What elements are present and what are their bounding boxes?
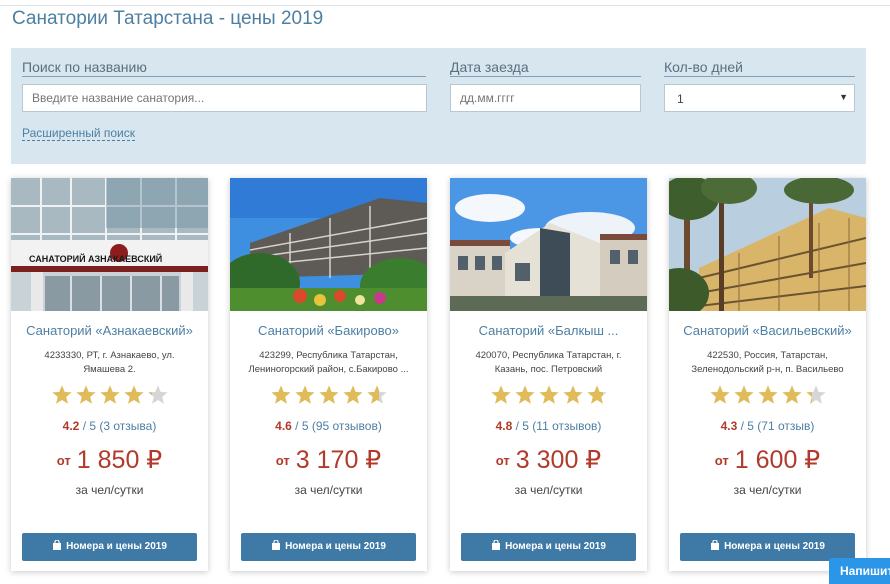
rating-value: 4.2 <box>62 419 80 433</box>
rating-summary: 4.3 / 5 (71 отзыв) <box>669 419 866 433</box>
star-icon <box>99 385 120 404</box>
sanatorium-name[interactable]: Санаторий «Балкыш ... <box>450 323 647 338</box>
star-icon <box>147 385 168 404</box>
price-prefix: от <box>56 453 71 468</box>
sanatorium-name[interactable]: Санаторий «Васильевский» <box>669 323 866 338</box>
price-amount: 3 300 ₽ <box>515 446 602 474</box>
price-unit: за чел/сутки <box>514 483 583 497</box>
price-amount: 1 850 ₽ <box>76 446 163 474</box>
star-icon <box>709 385 730 404</box>
star-icon <box>123 385 144 404</box>
price-unit: за чел/сутки <box>75 483 144 497</box>
chevron-down-icon: ▼ <box>839 92 848 102</box>
rating-summary: 4.8 / 5 (11 отзывов) <box>450 419 647 433</box>
star-icon <box>757 385 778 404</box>
rating-stars <box>230 384 427 411</box>
rooms-prices-button[interactable]: Номера и цены 2019 <box>461 533 636 561</box>
star-icon <box>805 385 826 404</box>
rooms-prices-button[interactable]: Номера и цены 2019 <box>22 533 197 561</box>
advanced-search-link[interactable]: Расширенный поиск <box>22 126 135 141</box>
days-count-label: Кол-во дней <box>664 59 855 77</box>
sanatorium-card: Санаторий «Бакирово» 423299, Республика … <box>230 178 427 571</box>
star-icon <box>51 385 72 404</box>
rooms-prices-button[interactable]: Номера и цены 2019 <box>241 533 416 561</box>
star-icon <box>490 385 511 404</box>
sanatorium-name[interactable]: Санаторий «Бакирово» <box>230 323 427 338</box>
rating-stars <box>669 384 866 411</box>
price: от 3 170 ₽ <box>230 445 427 475</box>
rating-value: 4.8 <box>495 419 513 433</box>
sanatorium-photo[interactable]: САНАТОРИЙ АЗНАКАЕВСКИЙ <box>11 178 208 311</box>
price-unit: за чел/сутки <box>294 483 363 497</box>
button-label: Номера и цены 2019 <box>724 541 825 552</box>
price-prefix: от <box>714 453 729 468</box>
sanatorium-address: 420070, Республика Татарстан, г. Казань,… <box>475 350 622 375</box>
star-icon <box>75 385 96 404</box>
price-amount: 3 170 ₽ <box>295 446 382 474</box>
rating-stars <box>11 384 208 411</box>
rating-value: 4.3 <box>720 419 738 433</box>
page-title: Санатории Татарстана - цены 2019 <box>12 8 324 29</box>
rating-reviews: / 5 (71 отзыв) <box>740 419 815 433</box>
rating-reviews: / 5 (95 отзывов) <box>295 419 382 433</box>
sanatorium-card: Санаторий «Балкыш ... 420070, Республика… <box>450 178 647 571</box>
price: от 1 850 ₽ <box>11 445 208 475</box>
price-prefix: от <box>495 453 510 468</box>
rating-summary: 4.6 / 5 (95 отзывов) <box>230 419 427 433</box>
star-icon <box>318 385 339 404</box>
star-icon <box>586 385 607 404</box>
price-prefix: от <box>275 453 290 468</box>
name-search-label: Поиск по названию <box>22 59 426 77</box>
button-label: Номера и цены 2019 <box>66 541 167 552</box>
rooms-prices-button[interactable]: Номера и цены 2019 <box>680 533 855 561</box>
star-icon <box>538 385 559 404</box>
star-icon <box>733 385 754 404</box>
star-icon <box>366 385 387 404</box>
rating-reviews: / 5 (3 отзыва) <box>82 419 157 433</box>
price: от 3 300 ₽ <box>450 445 647 475</box>
price: от 1 600 ₽ <box>669 445 866 475</box>
star-icon <box>270 385 291 404</box>
rating-stars <box>450 384 647 411</box>
rating-value: 4.6 <box>275 419 292 433</box>
button-label: Номера и цены 2019 <box>505 541 606 552</box>
days-count-select[interactable]: 1 ▼ <box>664 84 855 112</box>
sanatorium-photo[interactable] <box>450 178 647 311</box>
star-icon <box>781 385 802 404</box>
star-icon <box>514 385 535 404</box>
name-search-input[interactable] <box>22 84 427 112</box>
rating-summary: 4.2 / 5 (3 отзыва) <box>11 419 208 433</box>
days-count-value: 1 <box>677 92 684 106</box>
sanatorium-name[interactable]: Санаторий «Азнакаевский» <box>11 323 208 338</box>
sanatorium-photo[interactable] <box>669 178 866 311</box>
shopping-bag-icon <box>492 540 501 550</box>
star-icon <box>342 385 363 404</box>
sanatorium-card: Санаторий «Васильевский» 422530, Россия,… <box>669 178 866 571</box>
checkin-date-label: Дата заезда <box>450 59 641 77</box>
building-sign-text: САНАТОРИЙ АЗНАКАЕВСКИЙ <box>29 253 162 264</box>
sanatorium-address: 423299, Республика Татарстан, Лениногорс… <box>248 350 409 375</box>
sanatorium-photo[interactable] <box>230 178 427 311</box>
sanatorium-address: 4233330, РТ, г. Азнакаево, ул. Ямашева 2… <box>44 350 175 375</box>
shopping-bag-icon <box>53 540 62 550</box>
search-panel: Поиск по названию Дата заезда Кол-во дне… <box>11 48 866 164</box>
sanatorium-address: 422530, Россия, Татарстан, Зеленодольски… <box>691 350 844 375</box>
rating-reviews: / 5 (11 отзывов) <box>515 419 602 433</box>
sanatorium-card: САНАТОРИЙ АЗНАКАЕВСКИЙ Санаторий «Азнака… <box>11 178 208 571</box>
top-divider <box>0 5 890 6</box>
button-label: Номера и цены 2019 <box>285 541 386 552</box>
price-amount: 1 600 ₽ <box>734 446 821 474</box>
star-icon <box>562 385 583 404</box>
price-unit: за чел/сутки <box>733 483 802 497</box>
shopping-bag-icon <box>272 540 281 550</box>
shopping-bag-icon <box>711 540 720 550</box>
star-icon <box>294 385 315 404</box>
checkin-date-input[interactable] <box>450 84 641 112</box>
chat-button[interactable]: Напишите <box>829 558 890 584</box>
